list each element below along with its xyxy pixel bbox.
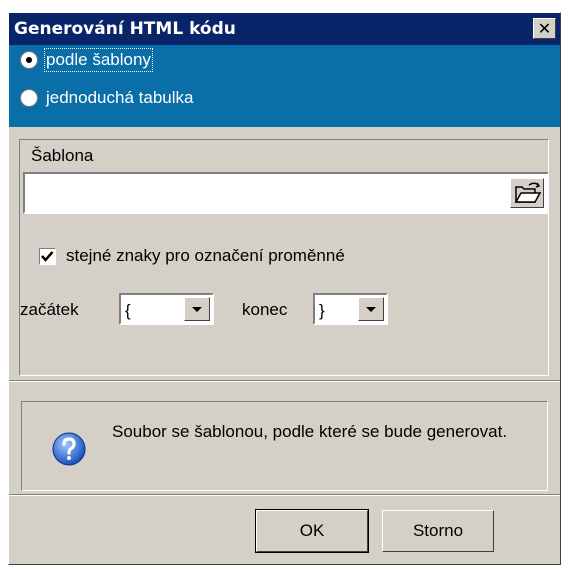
browse-button[interactable]: [510, 178, 544, 208]
radio-template-label[interactable]: podle šablony: [44, 48, 153, 72]
start-value: {: [125, 301, 131, 320]
chevron-down-icon: [192, 307, 202, 312]
checkmark-icon: [41, 251, 54, 262]
info-text: Soubor se šablonou, podle které se bude …: [112, 422, 508, 441]
end-select[interactable]: }: [313, 293, 388, 325]
start-select[interactable]: {: [119, 293, 214, 325]
close-button[interactable]: ✕: [533, 18, 556, 39]
radio-button-icon[interactable]: [20, 51, 38, 69]
end-dropdown-button[interactable]: [358, 297, 384, 321]
open-folder-icon: [514, 182, 542, 203]
radio-simple-table-label[interactable]: jednoduchá tabulka: [46, 88, 193, 108]
end-value: }: [319, 301, 325, 320]
title-bar: Generování HTML kódu ✕: [9, 13, 560, 45]
ok-button[interactable]: OK: [255, 509, 369, 553]
dialog-title: Generování HTML kódu: [14, 19, 236, 39]
chevron-down-icon: [366, 307, 376, 312]
mode-selector: podle šablony jednoduchá tabulka: [9, 45, 560, 127]
divider: [9, 494, 560, 496]
start-label: začátek: [20, 300, 79, 319]
same-chars-checkbox[interactable]: [39, 248, 56, 265]
template-path-field[interactable]: [23, 172, 549, 214]
start-dropdown-button[interactable]: [184, 297, 210, 321]
radio-selected-dot: [26, 57, 32, 63]
info-panel: Soubor se šablonou, podle které se bude …: [21, 401, 548, 491]
cancel-button[interactable]: Storno: [382, 510, 494, 552]
template-group-label: Šablona: [31, 146, 94, 165]
divider: [9, 380, 560, 382]
radio-button-icon[interactable]: [20, 89, 38, 107]
help-icon: [52, 432, 86, 466]
end-label: konec: [242, 300, 288, 319]
close-icon: ✕: [537, 19, 552, 38]
same-chars-label: stejné znaky pro označení proměnné: [66, 246, 345, 265]
template-path-input[interactable]: [29, 184, 503, 206]
generate-html-dialog: Generování HTML kódu ✕ podle šablony jed…: [8, 12, 561, 565]
